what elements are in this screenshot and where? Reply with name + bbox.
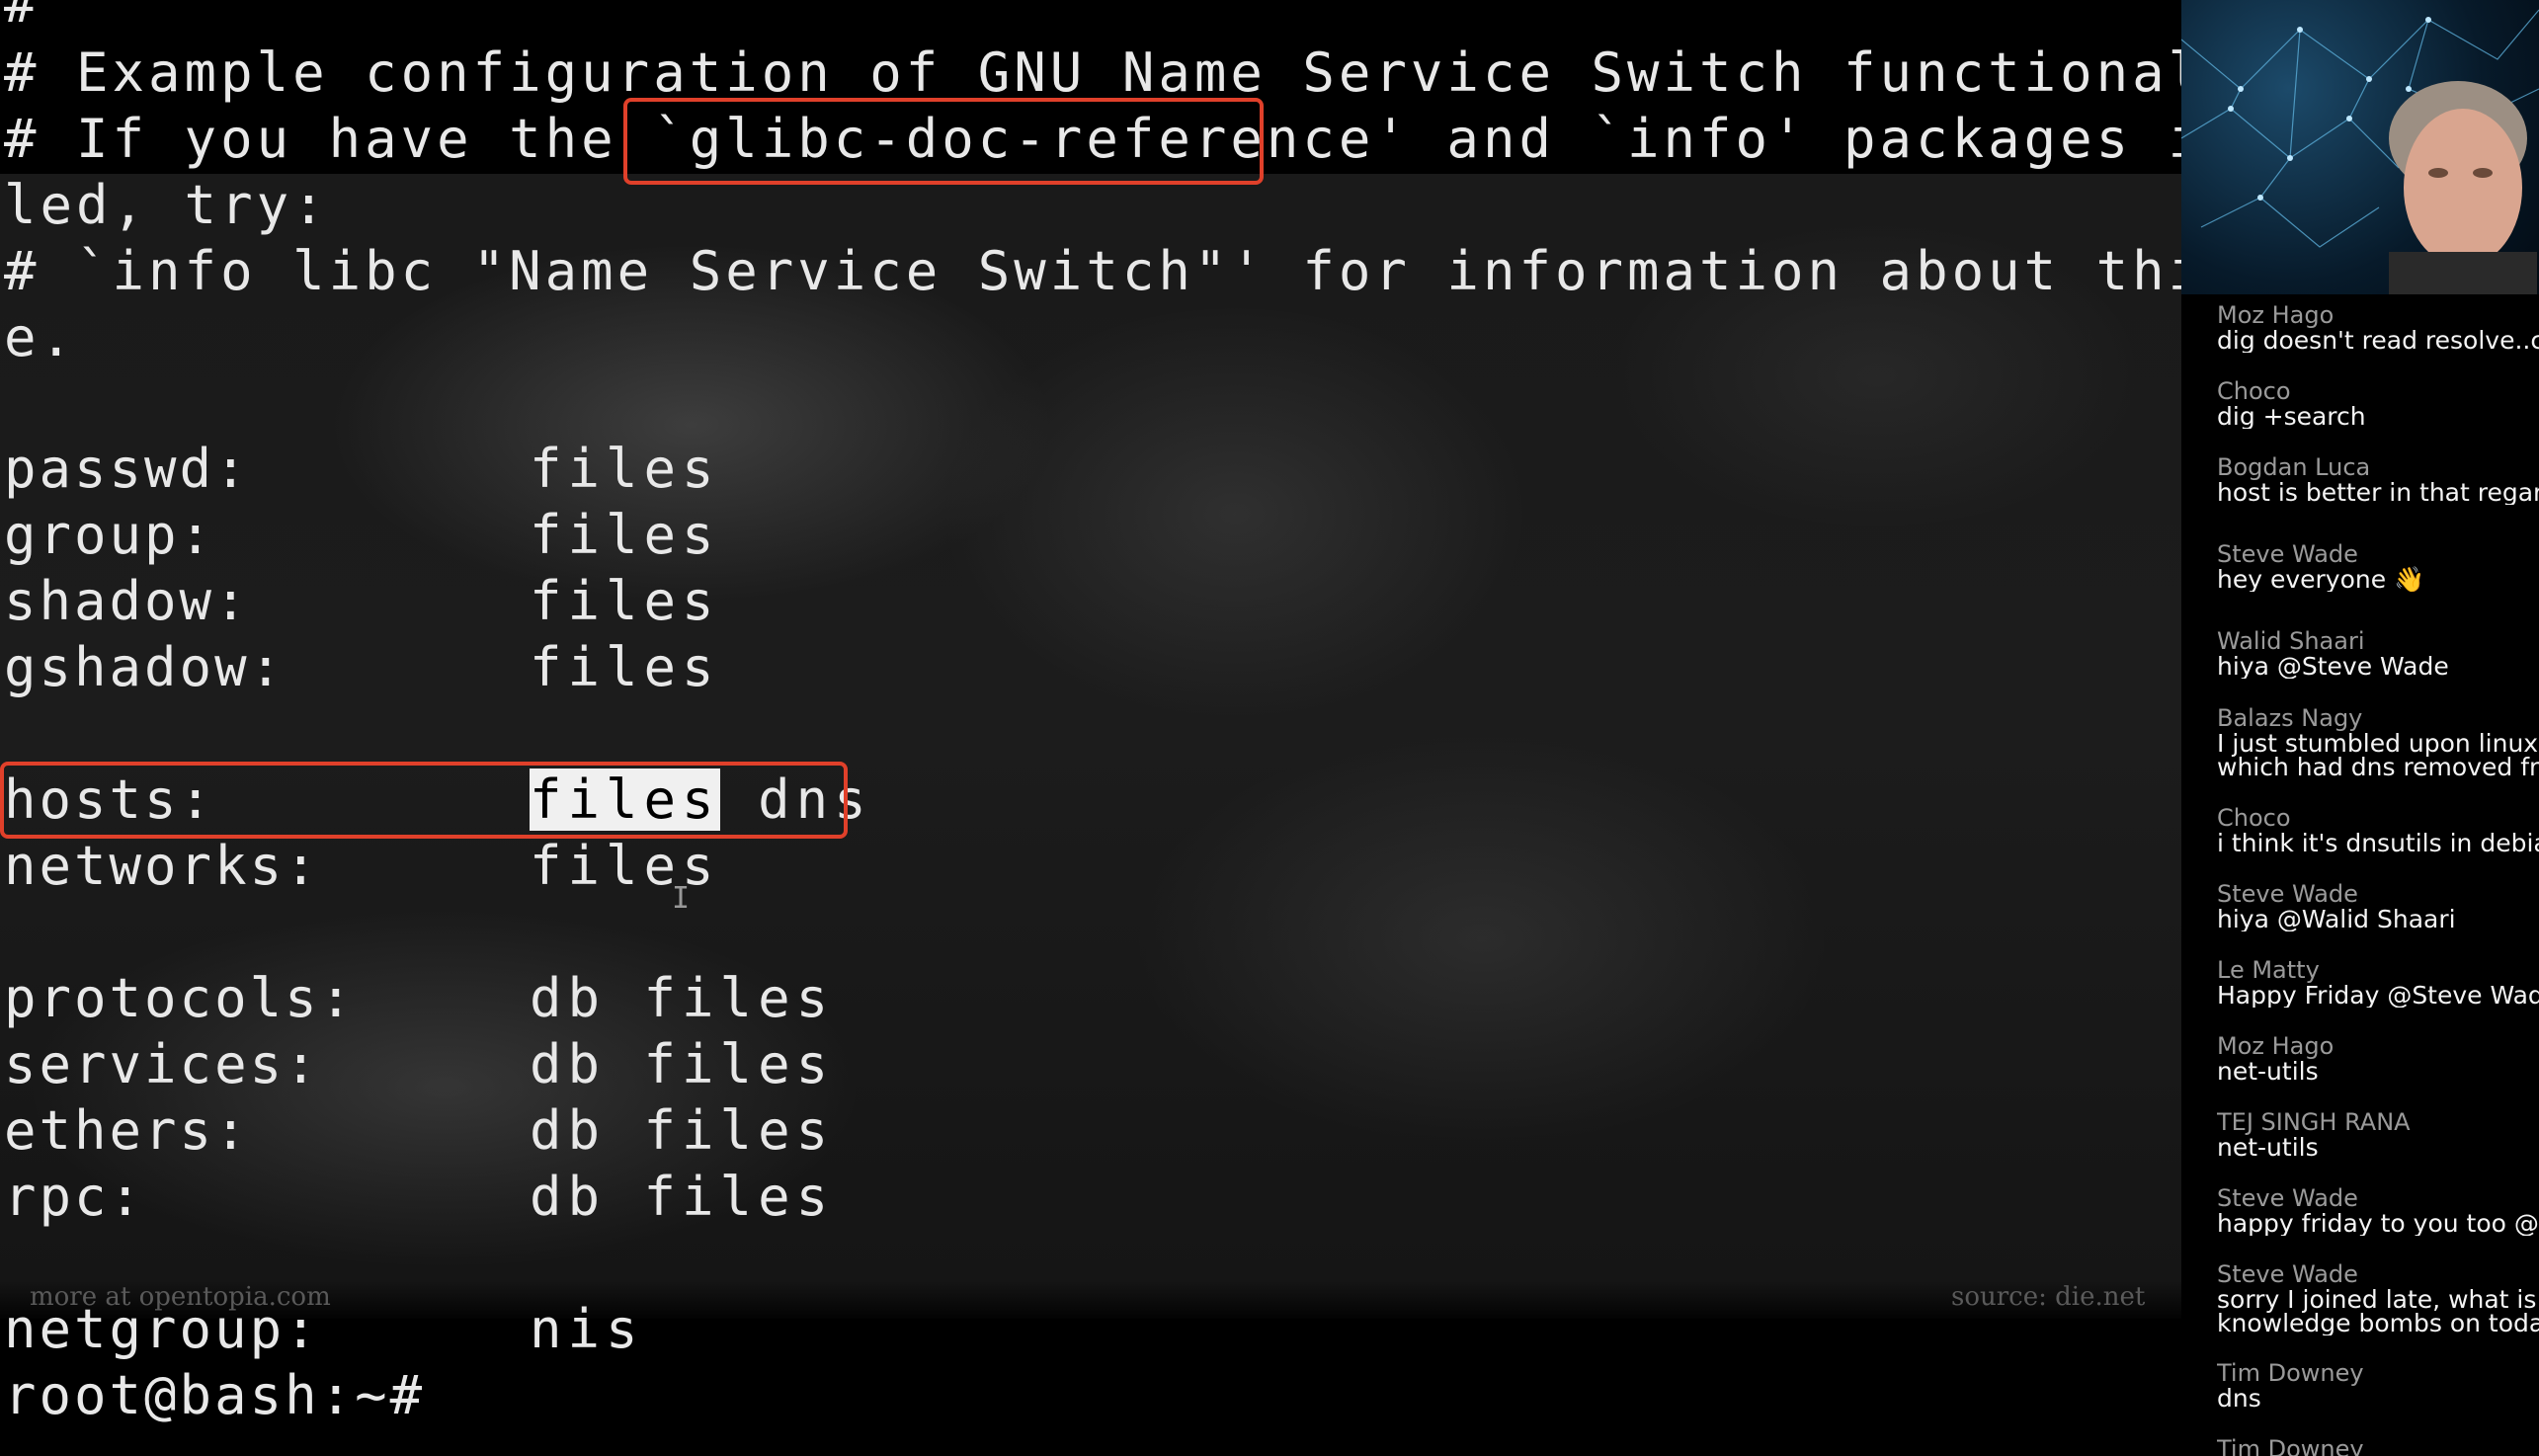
chat-text-continued: which had dns removed fro	[2217, 753, 2539, 779]
watermark-right: source: die.net	[1951, 1282, 2146, 1312]
chat-author: Tim Downey	[2217, 1436, 2364, 1456]
chat-text: hiya @Walid Shaari	[2217, 905, 2456, 931]
chat-message: Tim Downey	[2217, 1436, 2539, 1456]
chat-message: Moz Hago dig doesn't read resolve..co	[2217, 302, 2539, 353]
config-key-protocols: protocols:	[4, 967, 356, 1029]
chat-text-continued: knowledge bombs on today	[2217, 1309, 2539, 1335]
chat-author: Steve Wade	[2217, 541, 2358, 568]
terminal-window[interactable]: # # Example configuration of GNU Name Se…	[0, 0, 2181, 1456]
config-value-netgroup: nis	[530, 1298, 644, 1360]
chat-author: Tim Downey	[2217, 1360, 2364, 1387]
chat-message: Steve Wade sorry I joined late, what is …	[2217, 1261, 2539, 1335]
chat-message: Balazs Nagy I just stumbled upon linux b…	[2217, 705, 2539, 779]
comment-line-1: #	[4, 0, 41, 35]
chat-message: TEJ SINGH RANA net-utils	[2217, 1109, 2539, 1160]
chat-text: Happy Friday @Steve Wade	[2217, 981, 2539, 1008]
chat-text: dns	[2217, 1384, 2261, 1411]
chat-author: Steve Wade	[2217, 881, 2358, 908]
comment-line-6: e.	[4, 306, 77, 368]
config-value-services: db files	[530, 1033, 835, 1095]
chat-message: Moz Hago net-utils	[2217, 1033, 2539, 1084]
glibc-doc-reference-highlight	[623, 98, 1264, 185]
webcam-video	[2181, 0, 2539, 294]
config-value-ethers: db files	[530, 1099, 835, 1162]
chat-message: Steve Wade hiya @Walid Shaari	[2217, 881, 2539, 931]
chat-author: Steve Wade	[2217, 1185, 2358, 1212]
comment-line-4: led, try:	[4, 174, 329, 236]
presenter-avatar	[2389, 81, 2537, 294]
chat-author: Steve Wade	[2217, 1261, 2358, 1288]
chat-author: Moz Hago	[2217, 1033, 2334, 1060]
live-chat-panel[interactable]: Moz Hago dig doesn't read resolve..co Ch…	[2181, 0, 2539, 1456]
chat-text: host is better in that regard	[2217, 478, 2539, 505]
text-cursor-icon: I	[672, 881, 691, 916]
chat-author: Bogdan Luca	[2217, 454, 2371, 481]
chat-author: Choco	[2217, 805, 2291, 832]
config-value-group: files	[530, 504, 720, 566]
comment-line-5: # `info libc "Name Service Switch"' for …	[4, 240, 2181, 302]
chat-author: Choco	[2217, 378, 2291, 405]
chat-message: Steve Wade hey everyone 👋	[2217, 541, 2539, 592]
config-key-gshadow: gshadow:	[4, 636, 286, 698]
config-key-passwd: passwd:	[4, 438, 250, 500]
chat-text: happy friday to you too @Le	[2217, 1209, 2539, 1236]
config-value-rpc: db files	[530, 1166, 835, 1228]
chat-author: TEJ SINGH RANA	[2217, 1109, 2411, 1136]
chat-text: dig doesn't read resolve..co	[2217, 326, 2539, 353]
chat-message: Choco dig +search	[2217, 378, 2539, 429]
chat-message: Bogdan Luca host is better in that regar…	[2217, 454, 2539, 505]
config-value-gshadow: files	[530, 636, 720, 698]
chat-message: Walid Shaari hiya @Steve Wade	[2217, 628, 2539, 679]
comment-line-2: # Example configuration of GNU Name Serv…	[4, 41, 2181, 104]
chat-author: Walid Shaari	[2217, 628, 2365, 655]
chat-text: dig +search	[2217, 402, 2366, 429]
shell-prompt[interactable]: root@bash:~#	[4, 1364, 425, 1426]
chat-author: Moz Hago	[2217, 302, 2334, 329]
config-value-networks: files	[530, 835, 720, 897]
config-key-services: services:	[4, 1033, 320, 1095]
config-key-netgroup: netgroup:	[4, 1298, 320, 1360]
chat-text: hiya @Steve Wade	[2217, 652, 2449, 679]
config-key-ethers: ethers:	[4, 1099, 250, 1162]
config-key-group: group:	[4, 504, 215, 566]
config-value-shadow: files	[530, 570, 720, 632]
config-key-rpc: rpc:	[4, 1166, 145, 1228]
config-value-passwd: files	[530, 438, 720, 500]
chat-author: Balazs Nagy	[2217, 705, 2363, 732]
chat-message: Tim Downey dns	[2217, 1360, 2539, 1411]
chat-text: net-utils	[2217, 1133, 2319, 1160]
chat-message: Steve Wade happy friday to you too @Le	[2217, 1185, 2539, 1236]
chat-author: Le Matty	[2217, 957, 2320, 984]
config-key-networks: networks:	[4, 835, 320, 897]
chat-message: Le Matty Happy Friday @Steve Wade	[2217, 957, 2539, 1008]
config-value-protocols: db files	[530, 967, 835, 1029]
chat-text: hey everyone 👋	[2217, 565, 2425, 592]
chat-text: i think it's dnsutils in debian	[2217, 829, 2539, 855]
chat-text: net-utils	[2217, 1057, 2319, 1084]
hosts-line-highlight	[0, 762, 848, 839]
config-key-shadow: shadow:	[4, 570, 250, 632]
chat-message: Choco i think it's dnsutils in debian	[2217, 805, 2539, 855]
